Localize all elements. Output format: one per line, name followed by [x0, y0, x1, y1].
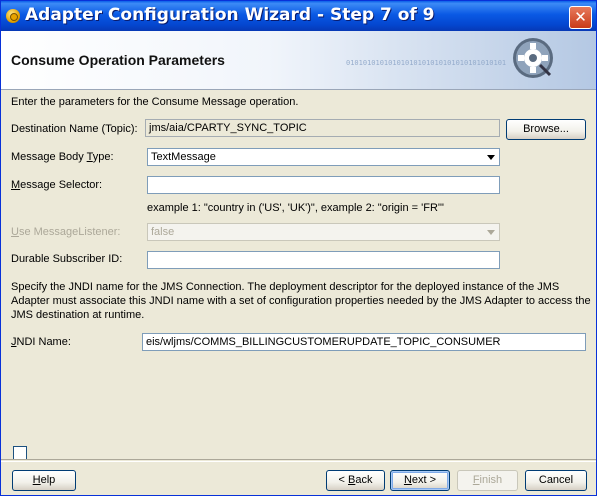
gear-plug-icon	[513, 38, 553, 78]
wizard-header: Consume Operation Parameters 01010101010…	[1, 31, 596, 90]
cancel-button[interactable]: Cancel	[525, 470, 587, 491]
footer-divider	[1, 459, 596, 462]
use-listener-value: false	[151, 226, 175, 238]
title-bar[interactable]: Adapter Configuration Wizard - Step 7 of…	[1, 1, 596, 31]
destination-label: Destination Name (Topic):	[11, 123, 138, 135]
use-listener-select[interactable]: false	[147, 223, 500, 241]
message-body-type-select[interactable]: TextMessage	[147, 148, 500, 166]
binary-decoration: 0101010101010101010101010101010101010101…	[346, 60, 506, 67]
close-icon: ✕	[574, 8, 587, 26]
jndi-description: Specify the JNDI name for the JMS Connec…	[11, 281, 591, 321]
message-selector-example: example 1: "country in ('US', 'UK')", ex…	[147, 202, 444, 214]
durable-subscriber-label: Durable Subscriber ID:	[11, 253, 123, 265]
window-title: Adapter Configuration Wizard - Step 7 of…	[25, 5, 435, 25]
destination-field[interactable]: jms/aia/CPARTY_SYNC_TOPIC	[145, 119, 500, 137]
finish-button[interactable]: Finish	[457, 470, 518, 491]
wizard-content: Enter the parameters for the Consume Mes…	[1, 90, 596, 460]
next-button[interactable]: Next >	[390, 470, 450, 491]
chevron-down-icon	[487, 230, 495, 235]
option-checkbox[interactable]	[13, 446, 27, 460]
durable-subscriber-input[interactable]	[147, 251, 500, 269]
jndi-name-input[interactable]: eis/wljms/COMMS_BILLINGCUSTOMERUPDATE_TO…	[142, 333, 586, 351]
close-button[interactable]: ✕	[569, 6, 592, 29]
browse-button[interactable]: Browse...	[506, 119, 586, 140]
app-icon	[6, 9, 20, 23]
message-body-type-value: TextMessage	[151, 151, 216, 163]
wizard-window: Adapter Configuration Wizard - Step 7 of…	[0, 0, 597, 496]
message-selector-input[interactable]	[147, 176, 500, 194]
intro-text: Enter the parameters for the Consume Mes…	[11, 96, 299, 108]
message-selector-label: Message Selector:	[11, 179, 103, 191]
help-button[interactable]: Help	[12, 470, 76, 491]
jndi-name-label: JNDI Name:	[11, 336, 71, 348]
chevron-down-icon	[487, 155, 495, 160]
message-body-type-label: Message Body Type:	[11, 151, 114, 163]
back-button[interactable]: < Back	[326, 470, 385, 491]
page-title: Consume Operation Parameters	[11, 52, 225, 68]
use-listener-label: Use MessageListener:	[11, 226, 121, 238]
